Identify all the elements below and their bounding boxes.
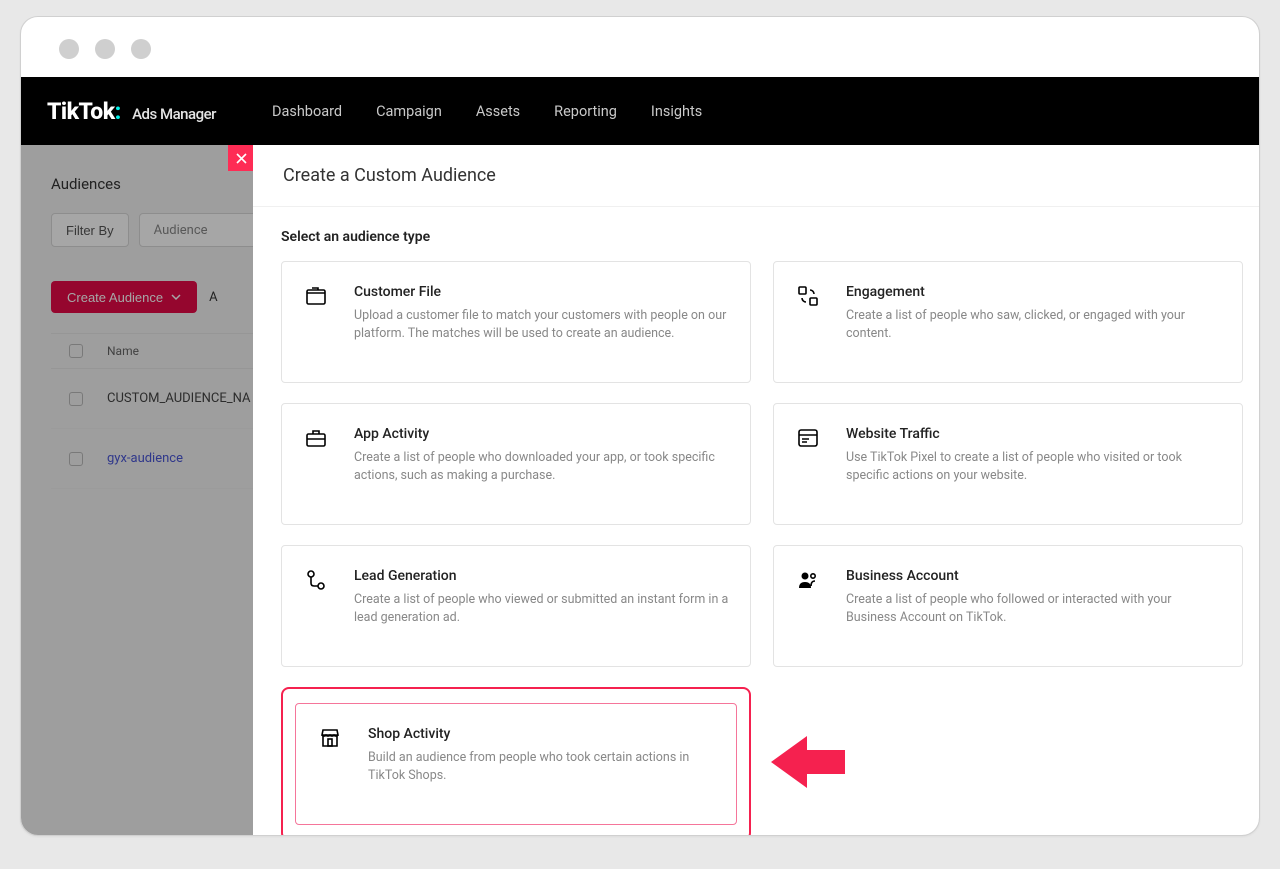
card-business-account[interactable]: Business Account Create a list of people… — [773, 545, 1243, 667]
traffic-light — [131, 39, 151, 59]
card-title: Lead Generation — [354, 568, 730, 584]
modal-title: Create a Custom Audience — [253, 145, 1259, 207]
card-desc: Create a list of people who followed or … — [846, 591, 1222, 627]
nav-campaign[interactable]: Campaign — [376, 103, 442, 120]
card-desc: Use TikTok Pixel to create a list of peo… — [846, 449, 1222, 485]
nav-dashboard[interactable]: Dashboard — [272, 103, 342, 120]
create-audience-modal: Create a Custom Audience Select an audie… — [253, 145, 1259, 835]
card-app-activity[interactable]: App Activity Create a list of people who… — [281, 403, 751, 525]
nav-insights[interactable]: Insights — [651, 103, 702, 120]
card-title: Shop Activity — [368, 726, 716, 742]
traffic-light — [95, 39, 115, 59]
people-icon — [796, 568, 824, 596]
top-nav-bar: TikTok: Ads Manager Dashboard Campaign A… — [21, 77, 1259, 145]
engagement-icon — [796, 284, 824, 312]
card-website-traffic[interactable]: Website Traffic Use TikTok Pixel to crea… — [773, 403, 1243, 525]
browser-frame: TikTok: Ads Manager Dashboard Campaign A… — [20, 16, 1260, 836]
modal-body: Select an audience type Customer File Up… — [253, 217, 1259, 835]
shop-icon — [318, 726, 346, 754]
card-lead-generation[interactable]: Lead Generation Create a list of people … — [281, 545, 751, 667]
card-customer-file[interactable]: Customer File Upload a customer file to … — [281, 261, 751, 383]
card-engagement[interactable]: Engagement Create a list of people who s… — [773, 261, 1243, 383]
section-label: Select an audience type — [281, 229, 1243, 245]
card-shop-activity[interactable]: Shop Activity Build an audience from peo… — [295, 703, 737, 825]
card-title: Customer File — [354, 284, 730, 300]
brand-name: TikTok — [47, 98, 115, 125]
audience-type-grid: Customer File Upload a customer file to … — [281, 261, 1243, 835]
browser-icon — [796, 426, 824, 454]
callout-arrow — [771, 736, 845, 792]
card-title: App Activity — [354, 426, 730, 442]
window-traffic-lights — [59, 39, 151, 59]
card-title: Engagement — [846, 284, 1222, 300]
card-desc: Upload a customer file to match your cus… — [354, 307, 730, 343]
briefcase-icon — [304, 426, 332, 454]
close-modal-button[interactable] — [228, 145, 254, 171]
card-desc: Create a list of people who saw, clicked… — [846, 307, 1222, 343]
card-desc: Create a list of people who viewed or su… — [354, 591, 730, 627]
card-desc: Create a list of people who downloaded y… — [354, 449, 730, 485]
lead-gen-icon — [304, 568, 332, 596]
nav-reporting[interactable]: Reporting — [554, 103, 617, 120]
traffic-light — [59, 39, 79, 59]
close-icon — [236, 153, 247, 164]
brand-suffix: Ads Manager — [132, 105, 216, 123]
highlighted-card-wrap: Shop Activity Build an audience from peo… — [281, 687, 751, 835]
card-title: Website Traffic — [846, 426, 1222, 442]
card-desc: Build an audience from people who took c… — [368, 749, 716, 785]
brand-logo: TikTok: Ads Manager — [47, 98, 216, 125]
nav-assets[interactable]: Assets — [476, 103, 520, 120]
main-nav: Dashboard Campaign Assets Reporting Insi… — [272, 103, 702, 120]
folder-icon — [304, 284, 332, 312]
card-title: Business Account — [846, 568, 1222, 584]
